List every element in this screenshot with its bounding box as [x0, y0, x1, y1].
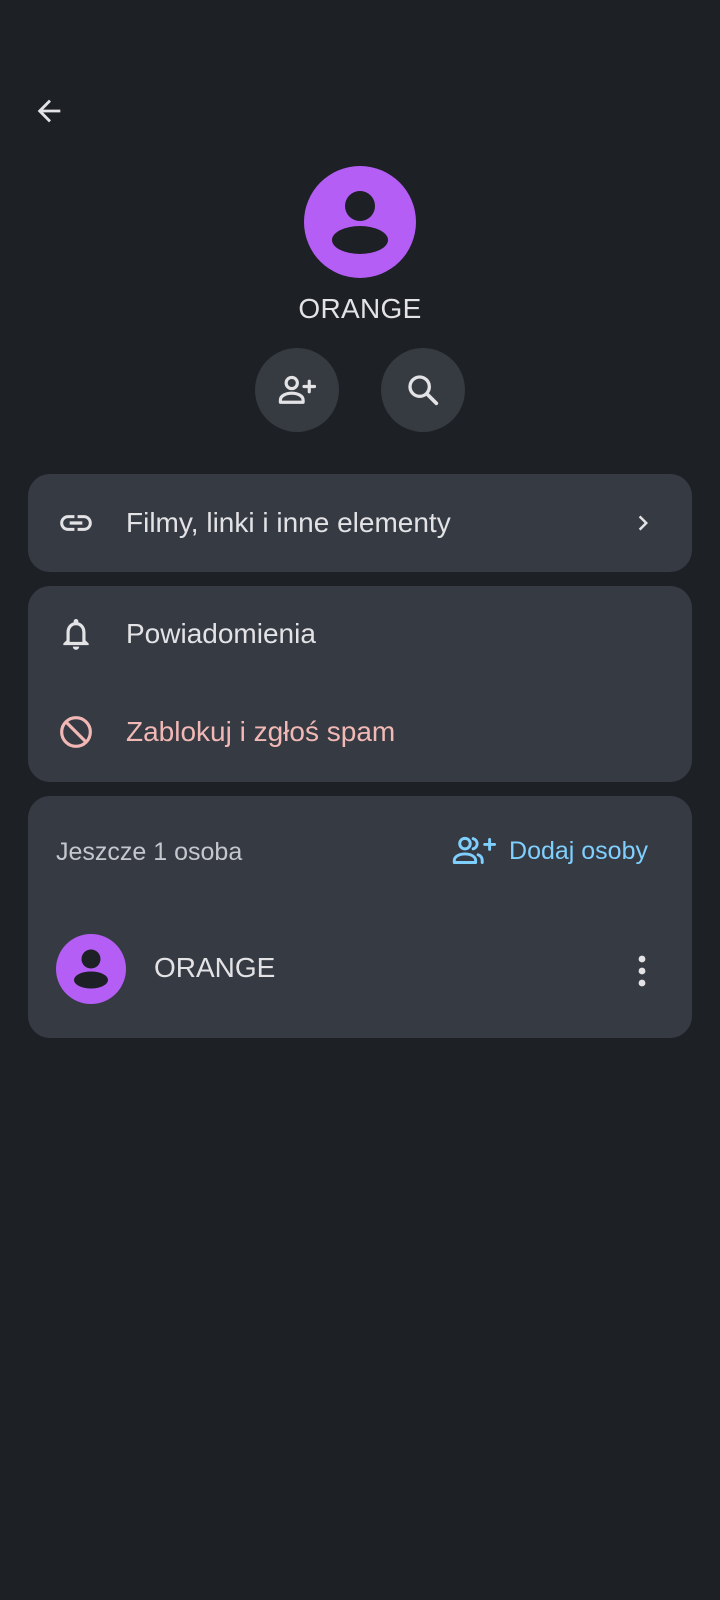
member-more-button[interactable]: [622, 946, 662, 996]
notifications-row[interactable]: Powiadomienia: [28, 586, 692, 682]
media-links-card: Filmy, linki i inne elementy: [28, 474, 692, 572]
member-avatar: [56, 934, 126, 1004]
block-spam-row[interactable]: Zablokuj i zgłoś spam: [28, 684, 692, 780]
add-person-button[interactable]: [255, 348, 339, 432]
members-card: Jeszcze 1 osoba Dodaj osoby ORANGE: [28, 796, 692, 1038]
group-add-icon: [452, 836, 497, 864]
arrow-left-icon: [37, 99, 61, 123]
settings-card: Powiadomienia Zablokuj i zgłoś spam: [28, 586, 692, 782]
media-links-label: Filmy, linki i inne elementy: [126, 507, 451, 538]
search-button[interactable]: [381, 348, 465, 432]
block-icon: [56, 712, 96, 752]
link-icon: [56, 503, 96, 543]
member-name: ORANGE: [154, 952, 276, 983]
block-spam-label: Zablokuj i zgłoś spam: [126, 716, 396, 747]
bell-icon: [56, 614, 96, 654]
more-vert-icon: [638, 955, 646, 987]
chevron-right-icon: [628, 508, 658, 538]
media-links-row[interactable]: Filmy, linki i inne elementy: [28, 475, 692, 571]
back-button[interactable]: [24, 86, 74, 136]
conversation-details-screen: ORANGE Filmy, linki i inne elementy Powi…: [0, 0, 720, 1600]
notifications-label: Powiadomienia: [126, 618, 316, 649]
members-count: Jeszcze 1 osoba: [56, 838, 243, 866]
contact-avatar: [304, 166, 416, 278]
add-people-button[interactable]: Dodaj osoby: [451, 826, 648, 876]
person-add-icon: [278, 375, 317, 404]
person-icon: [332, 191, 388, 254]
add-people-label: Dodaj osoby: [509, 836, 648, 865]
contact-name: ORANGE: [298, 293, 422, 324]
member-row[interactable]: ORANGE: [28, 926, 692, 1016]
person-icon: [74, 949, 108, 989]
search-icon: [408, 375, 439, 406]
